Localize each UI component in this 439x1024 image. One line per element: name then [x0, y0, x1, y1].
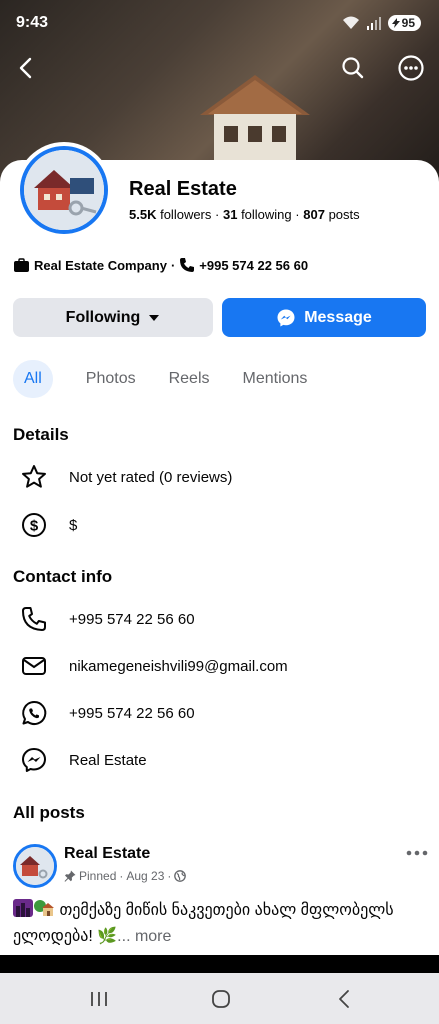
followers-label[interactable]: followers [160, 207, 211, 222]
page-intro-line: Real Estate Company · +995 574 22 56 60 [13, 257, 308, 273]
profile-avatar[interactable] [16, 142, 112, 238]
contact-messenger-row[interactable]: Real Estate [0, 740, 439, 780]
avatar-image [20, 146, 108, 234]
post-date[interactable]: Aug 23 [126, 869, 164, 883]
contact-phone-text: +995 574 22 56 60 [69, 610, 195, 628]
svg-text:$: $ [30, 518, 39, 535]
phone-filled-icon [180, 258, 195, 272]
post-body[interactable]: თემქაზე მიწის ნაკვეთები ახალ მფლობელს ელ… [13, 898, 423, 950]
search-icon[interactable] [338, 53, 368, 83]
messenger-outline-icon [22, 748, 46, 772]
rating-text: Not yet rated (0 reviews) [69, 468, 233, 486]
post-more-icon[interactable] [404, 843, 430, 863]
followers-count[interactable]: 5.5K [129, 207, 156, 222]
post-meta: Pinned · Aug 23 · [64, 869, 187, 883]
contact-phone-row[interactable]: +995 574 22 56 60 [0, 599, 439, 639]
whatsapp-icon [22, 700, 47, 725]
envelope-icon [22, 657, 46, 675]
star-icon [22, 465, 46, 488]
posts-count: 807 [303, 207, 325, 222]
following-count[interactable]: 31 [223, 207, 237, 222]
message-button-label: Message [304, 308, 372, 326]
details-heading: Details [13, 425, 69, 444]
bottom-divider [0, 955, 439, 973]
page-title: Real Estate [129, 178, 237, 200]
caret-down-icon [149, 314, 160, 321]
top-navigation [0, 50, 439, 86]
recent-apps-icon[interactable] [86, 986, 112, 1012]
post-text: თემქაზე მიწის ნაკვეთები ახალ მფლობელს ელ… [13, 902, 394, 945]
system-navigation-bar [0, 973, 439, 1024]
profile-sheet [0, 160, 439, 960]
status-bar: 9:43 95 [0, 0, 439, 46]
contact-messenger-text: Real Estate [69, 751, 147, 769]
rating-row[interactable]: Not yet rated (0 reviews) [0, 457, 439, 497]
post-pinned-label: Pinned [79, 869, 117, 883]
page-phone[interactable]: +995 574 22 56 60 [199, 258, 308, 273]
tab-all[interactable]: All [13, 360, 53, 398]
contact-whatsapp-row[interactable]: +995 574 22 56 60 [0, 693, 439, 733]
tab-reels[interactable]: Reels [158, 360, 221, 398]
tab-photos[interactable]: Photos [75, 360, 147, 398]
dollar-circle-icon: $ [22, 513, 46, 537]
wifi-icon [342, 16, 359, 29]
see-more-link[interactable]: ... more [117, 928, 171, 945]
house-with-garden-icon [34, 900, 54, 916]
more-options-icon[interactable] [396, 53, 426, 83]
pin-icon [64, 870, 76, 882]
price-row: $ $ [0, 505, 439, 545]
all-posts-heading: All posts [13, 803, 85, 822]
globe-icon [174, 870, 187, 882]
battery-indicator: 95 [387, 15, 421, 31]
post-author-name[interactable]: Real Estate [64, 845, 150, 863]
status-time: 9:43 [16, 14, 49, 31]
signal-icon [366, 17, 381, 30]
contact-whatsapp-text: +995 574 22 56 60 [69, 704, 195, 722]
post-avatar-image [16, 847, 54, 885]
posts-label: posts [328, 207, 360, 222]
page-stats: 5.5K followers · 31 following · 807 post… [129, 207, 360, 222]
phone-icon [22, 607, 46, 631]
contact-heading: Contact info [13, 567, 113, 586]
briefcase-icon [14, 257, 29, 272]
post-author-avatar[interactable] [13, 844, 57, 888]
message-button[interactable]: Message [222, 298, 426, 337]
system-back-icon[interactable] [332, 986, 358, 1012]
home-icon[interactable] [208, 986, 234, 1012]
battery-level: 95 [401, 16, 415, 30]
charging-icon [391, 18, 400, 28]
following-label[interactable]: following [241, 207, 292, 222]
following-button[interactable]: Following [13, 298, 213, 337]
house-keys-image [24, 150, 104, 230]
price-text: $ [69, 516, 78, 534]
page-category: Real Estate Company [34, 257, 167, 273]
contact-email-row[interactable]: nikamegeneishvili99@gmail.com [0, 646, 439, 686]
city-night-icon [13, 899, 33, 917]
tab-mentions[interactable]: Mentions [232, 360, 319, 398]
status-icons: 95 [342, 15, 421, 31]
back-arrow-icon[interactable] [12, 53, 42, 83]
profile-tabs: All Photos Reels Mentions [13, 360, 318, 398]
contact-email-text: nikamegeneishvili99@gmail.com [69, 657, 288, 675]
messenger-icon [277, 309, 295, 326]
following-button-label: Following [65, 308, 141, 326]
